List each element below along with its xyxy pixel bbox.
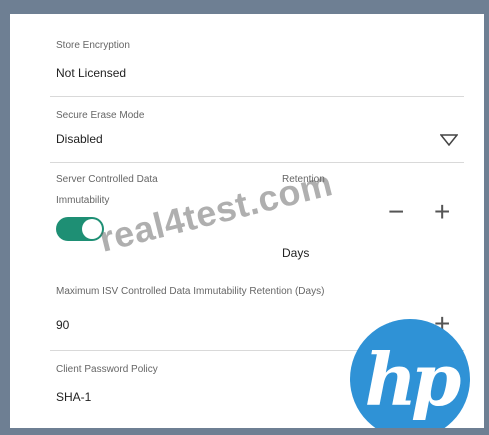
divider bbox=[50, 96, 464, 97]
settings-panel: Store Encryption Not Licensed Secure Era… bbox=[10, 14, 484, 428]
secure-erase-mode-label: Secure Erase Mode bbox=[56, 110, 145, 121]
retention-unit: Days bbox=[282, 246, 310, 260]
immutability-label-line1: Server Controlled Data bbox=[56, 174, 158, 185]
retention-decrement-button[interactable]: − bbox=[388, 198, 404, 226]
retention-increment-button[interactable]: + bbox=[434, 198, 450, 226]
store-encryption-label: Store Encryption bbox=[56, 40, 130, 51]
hp-logo: hp bbox=[350, 319, 470, 428]
max-isv-retention-label: Maximum ISV Controlled Data Immutability… bbox=[56, 286, 325, 297]
divider bbox=[50, 162, 464, 163]
client-password-policy-label: Client Password Policy bbox=[56, 364, 158, 375]
secure-erase-mode-dropdown-icon[interactable] bbox=[440, 134, 458, 146]
max-isv-retention-value[interactable]: 90 bbox=[56, 318, 69, 332]
hp-logo-text: hp bbox=[364, 336, 462, 422]
store-encryption-value: Not Licensed bbox=[56, 66, 127, 80]
immutability-label-line2: Immutability bbox=[56, 195, 110, 206]
settings-content: Store Encryption Not Licensed Secure Era… bbox=[10, 14, 484, 428]
secure-erase-mode-value[interactable]: Disabled bbox=[56, 132, 103, 146]
client-password-policy-value[interactable]: SHA-1 bbox=[56, 390, 91, 404]
